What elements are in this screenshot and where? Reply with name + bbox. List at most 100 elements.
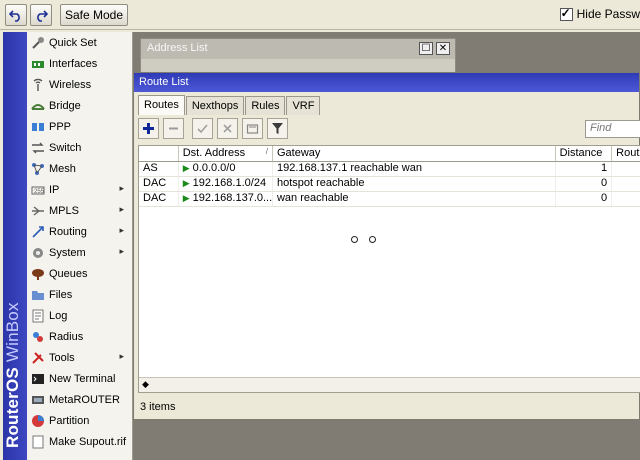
supout-icon (31, 435, 45, 449)
column-header-flags[interactable] (139, 146, 179, 161)
dst-address-cell: ▶ 192.168.1.0/24 (179, 177, 273, 191)
flags-cell: AS (139, 162, 179, 176)
redo-icon (37, 10, 48, 22)
menu-item-label: Routing (49, 225, 87, 238)
interfaces-icon (31, 57, 45, 71)
hide-passwords-checkbox[interactable]: Hide Passw (559, 6, 640, 21)
maximize-button[interactable]: ☐ (419, 42, 433, 55)
menu-item-mpls[interactable]: MPLS ▸ (27, 200, 132, 221)
address-list-title: Address List (141, 39, 455, 59)
undo-button[interactable] (5, 4, 27, 26)
status-count: 3 items (140, 401, 176, 413)
horizontal-scrollbar[interactable]: ◆ (139, 377, 640, 392)
menu-item-bridge[interactable]: Bridge (27, 95, 132, 116)
active-route-icon: ▶ (182, 163, 190, 173)
table-row[interactable]: AS ▶ 0.0.0.0/0 192.168.137.1 reachable wan 1 (139, 162, 640, 177)
quickset-icon (31, 36, 45, 50)
flags-cell: DAC (139, 177, 179, 191)
brand-text: RouterOS WinBox (3, 302, 22, 448)
terminal-icon (31, 372, 45, 386)
comment-button[interactable] (242, 118, 263, 139)
ip-icon: 255 (31, 183, 45, 197)
column-header-dst-address[interactable]: Dst. Address / (179, 146, 273, 161)
table-row[interactable]: DAC ▶ 192.168.1.0/24 hotspot reachable 0 (139, 177, 640, 192)
redo-button[interactable] (30, 4, 52, 26)
menu-item-interfaces[interactable]: Interfaces (27, 53, 132, 74)
gateway-cell: hotspot reachable (273, 177, 556, 191)
table-row[interactable]: DAC ▶ 192.168.137.0... wan reachable 0 (139, 192, 640, 207)
disable-button[interactable] (217, 118, 238, 139)
tab-routes[interactable]: Routes (138, 95, 185, 115)
menu-item-log[interactable]: Log (27, 305, 132, 326)
menu-item-mesh[interactable]: Mesh (27, 158, 132, 179)
menu-item-label: Log (49, 309, 68, 322)
tab-vrf[interactable]: VRF (286, 96, 321, 115)
column-header-gateway[interactable]: Gateway (273, 146, 556, 161)
undo-icon (9, 10, 20, 22)
distance-cell: 0 (556, 192, 613, 206)
submenu-arrow-icon: ▸ (119, 351, 124, 361)
route-list-title: Route List (134, 73, 639, 92)
menu-item-switch[interactable]: Switch (27, 137, 132, 158)
menu-item-ip[interactable]: 255 IP ▸ (27, 179, 132, 200)
menu-item-make-supout-rif[interactable]: Make Supout.rif (27, 431, 132, 452)
column-header-distance[interactable]: Distance (556, 146, 613, 161)
brand-band: RouterOS WinBox (3, 32, 27, 460)
menu-item-tools[interactable]: Tools ▸ (27, 347, 132, 368)
dst-address-cell: ▶ 0.0.0.0/0 (179, 162, 273, 176)
safe-mode-button[interactable]: Safe Mode (60, 4, 128, 26)
menu-item-label: Bridge (49, 99, 81, 112)
metarouter-icon (31, 393, 45, 407)
menu-item-system[interactable]: System ▸ (27, 242, 132, 263)
menu-item-label: System (49, 246, 86, 259)
dst-address-cell: ▶ 192.168.137.0... (179, 192, 273, 206)
find-input[interactable]: Find (585, 120, 640, 138)
menu-item-metarouter[interactable]: MetaROUTER (27, 389, 132, 410)
submenu-arrow-icon: ▸ (119, 225, 124, 235)
top-toolbar: Safe Mode Hide Passw (0, 0, 640, 30)
menu-item-label: Wireless (49, 78, 92, 91)
add-button[interactable] (138, 118, 159, 139)
menu-item-label: MPLS (49, 204, 79, 217)
menu-item-quick-set[interactable]: Quick Set (27, 32, 132, 53)
menu-item-wireless[interactable]: Wireless (27, 74, 132, 95)
hide-passwords-label: Hide Passw (576, 7, 640, 21)
table-header: Dst. Address / Gateway Distance Routi (139, 146, 640, 162)
loading-dot (351, 236, 358, 243)
scroll-left-icon[interactable]: ◆ (142, 379, 149, 390)
menu-item-label: Tools (49, 351, 75, 364)
tab-rules[interactable]: Rules (245, 96, 286, 115)
remove-button[interactable] (163, 118, 184, 139)
menu-item-new-terminal[interactable]: New Terminal (27, 368, 132, 389)
menu-item-label: Make Supout.rif (49, 435, 127, 448)
menu-item-files[interactable]: Files (27, 284, 132, 305)
log-icon (31, 309, 45, 323)
routing-mark-cell (612, 192, 640, 206)
active-route-icon: ▶ (182, 193, 190, 203)
menu-item-label: Partition (49, 414, 90, 427)
switch-icon (31, 141, 45, 155)
checkbox-checked-icon[interactable] (559, 6, 573, 21)
menu-item-label: Files (49, 288, 73, 301)
loading-indicator (351, 236, 376, 243)
menu-item-routing[interactable]: Routing ▸ (27, 221, 132, 242)
minus-icon (169, 127, 178, 130)
svg-text:255: 255 (34, 189, 45, 195)
sort-indicator-icon: / (265, 147, 268, 156)
system-icon (31, 246, 45, 260)
enable-button[interactable] (192, 118, 213, 139)
ppp-icon (31, 120, 45, 134)
menu-item-queues[interactable]: Queues (27, 263, 132, 284)
filter-icon (272, 123, 283, 134)
column-header-routing-mark[interactable]: Routi (612, 146, 640, 161)
route-tabs: Routes Nexthops Rules VRF (138, 95, 321, 115)
tab-nexthops[interactable]: Nexthops (185, 96, 245, 115)
filter-button[interactable] (267, 118, 288, 139)
plus-icon (143, 123, 154, 134)
mesh-icon (31, 162, 45, 176)
menu-item-partition[interactable]: Partition (27, 410, 132, 431)
submenu-arrow-icon: ▸ (119, 183, 124, 193)
menu-item-radius[interactable]: Radius (27, 326, 132, 347)
menu-item-ppp[interactable]: PPP (27, 116, 132, 137)
close-button[interactable]: ✕ (436, 42, 450, 55)
